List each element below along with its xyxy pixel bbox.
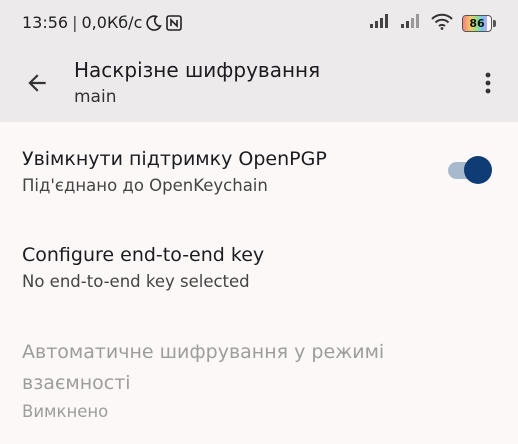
battery-icon: 86 — [462, 14, 496, 32]
clock: 13:56 — [22, 13, 69, 32]
moon-icon — [146, 14, 163, 31]
wifi-icon — [431, 13, 453, 34]
status-left: 13:56 | 0,0Кб/с — [22, 13, 183, 32]
page-subtitle: main — [74, 87, 117, 107]
arrow-back-icon — [28, 74, 46, 92]
pref-enable-openpgp[interactable]: Увімкнути підтримку OpenPGP Під'єднано д… — [22, 146, 327, 198]
app-bar-titles: Наскрізне шифрування main — [74, 57, 320, 108]
overflow-menu-button[interactable] — [472, 60, 504, 106]
pref-configure-e2e-key-summary: No end-to-end key selected — [22, 272, 250, 291]
openpgp-toggle[interactable] — [446, 155, 492, 185]
app-bar: Наскрізне шифрування main — [0, 46, 518, 122]
pref-enable-openpgp-summary: Під'єднано до OpenKeychain — [22, 176, 268, 195]
pref-autocrypt-mutual-title-line2: взаємності — [22, 372, 131, 394]
status-bar: 13:56 | 0,0Кб/с 86 — [0, 0, 518, 46]
pref-enable-openpgp-title: Увімкнути підтримку OpenPGP — [22, 148, 327, 170]
back-button[interactable] — [14, 60, 60, 106]
battery-level: 86 — [469, 16, 485, 30]
status-separator: | — [72, 13, 78, 32]
pref-configure-e2e-key-title: Configure end-to-end key — [22, 244, 265, 266]
toggle-thumb — [464, 156, 492, 184]
pref-autocrypt-mutual-summary: Вимкнено — [22, 402, 109, 421]
pref-autocrypt-mutual-title-line1: Автоматичне шифрування у режимі — [22, 341, 385, 363]
cell-signal-1-icon — [369, 13, 391, 33]
cell-signal-2-icon — [400, 13, 422, 33]
page-title: Наскрізне шифрування — [74, 58, 321, 82]
status-right: 86 — [369, 12, 496, 34]
more-vert-icon — [485, 72, 491, 94]
network-speed: 0,0Кб/с — [81, 13, 143, 32]
pref-configure-e2e-key[interactable]: Configure end-to-end key No end-to-end k… — [22, 242, 264, 294]
nfc-icon — [166, 14, 183, 31]
pref-autocrypt-mutual: Автоматичне шифрування у режимі взаємнос… — [22, 337, 384, 424]
